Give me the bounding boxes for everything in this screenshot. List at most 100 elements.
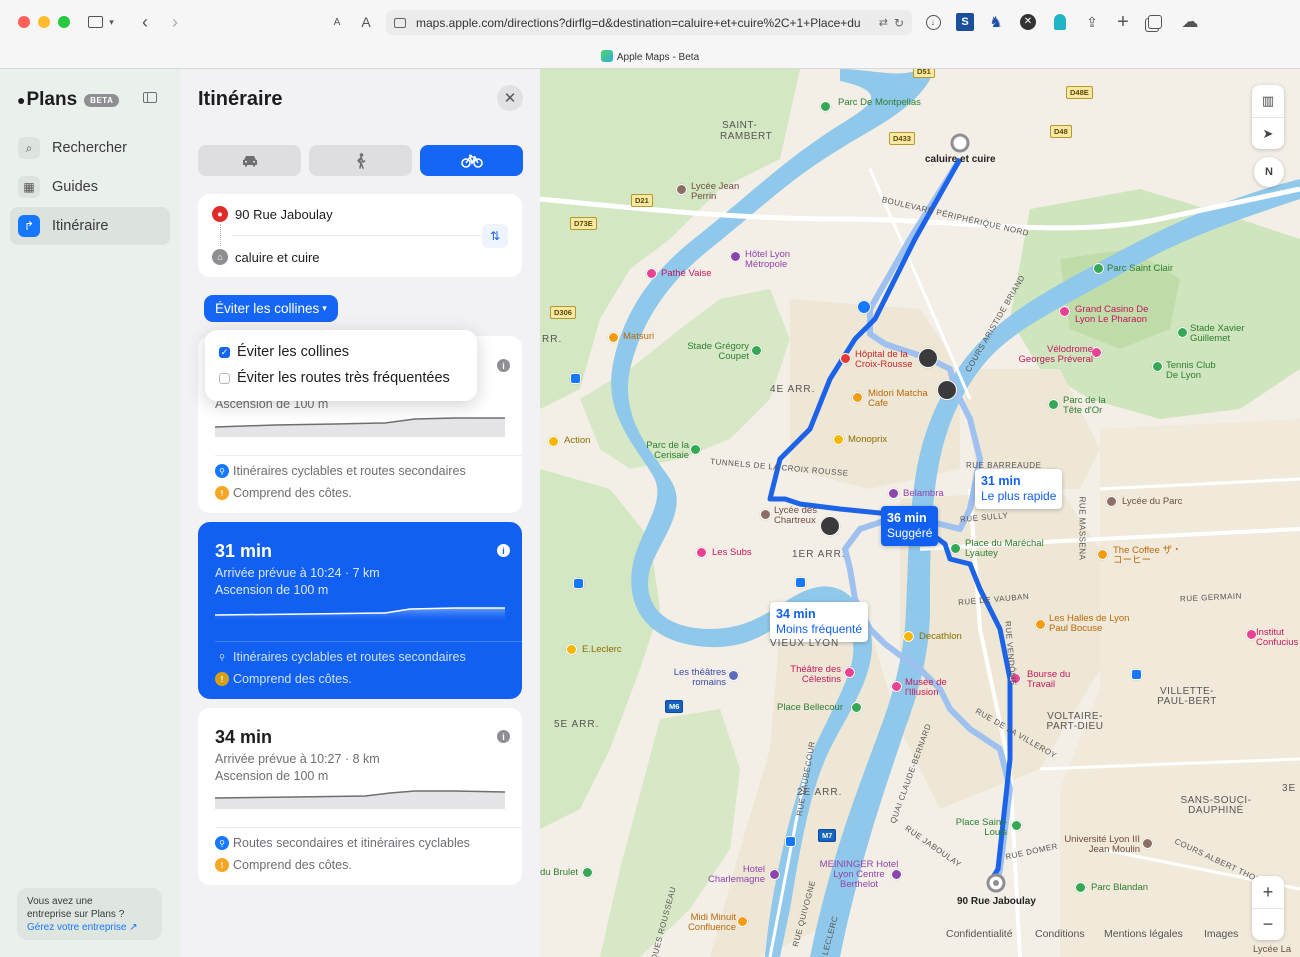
extension-button-2[interactable]: ♞ (986, 12, 1006, 32)
hotel-icon[interactable] (888, 488, 899, 499)
shop-icon[interactable] (566, 644, 577, 655)
transit-icon[interactable] (573, 578, 584, 589)
translate-icon[interactable]: ⇄ (879, 16, 888, 29)
route-callout-suggested[interactable]: 36 min Suggéré (881, 506, 939, 546)
manage-business-link[interactable]: Gérez votre entreprise ↗ (27, 921, 152, 934)
option-avoid-busy-roads[interactable]: Éviter les routes très fréquentées (219, 370, 450, 386)
park-icon[interactable] (1093, 263, 1104, 274)
new-tab-button[interactable]: + (1113, 11, 1133, 33)
theater-icon[interactable] (844, 667, 855, 678)
transit-icon[interactable] (1131, 669, 1142, 680)
hill-marker-icon[interactable] (937, 380, 957, 400)
avoid-options-button[interactable]: Éviter les collines ▾ (204, 295, 338, 322)
zoom-out-button[interactable]: − (1252, 908, 1284, 940)
park-icon[interactable] (1075, 882, 1086, 893)
park-icon[interactable] (1011, 820, 1022, 831)
route-card-2[interactable]: 31 min i Arrivée prévue à 10:24 · 7 km A… (198, 522, 522, 699)
close-window-button[interactable] (18, 16, 30, 28)
park-icon[interactable] (690, 444, 701, 455)
option-avoid-hills[interactable]: ✓ Éviter les collines (219, 344, 349, 360)
address-bar[interactable]: maps.apple.com/directions?dirflg=d&desti… (386, 10, 912, 35)
tab-title[interactable]: Apple Maps - Beta (0, 50, 1300, 63)
text-smaller-button[interactable]: A (332, 11, 342, 33)
route-info-icon[interactable]: i (497, 544, 510, 557)
sidebar-item-search[interactable]: ⌕ Rechercher (10, 129, 170, 167)
destination-field[interactable]: ⌂ caluire et cuire (212, 249, 320, 265)
route-callout-fastest[interactable]: 31 min Le plus rapide (975, 469, 1063, 509)
minimize-window-button[interactable] (38, 16, 50, 28)
transit-icon[interactable] (857, 300, 871, 314)
privacy-link[interactable]: Confidentialité (946, 928, 1013, 940)
map-canvas[interactable]: 36 min Suggéré 31 min Le plus rapide 34 … (540, 69, 1300, 957)
imagery-link[interactable]: Images (1204, 928, 1238, 940)
school-icon[interactable] (676, 184, 687, 195)
restaurant-icon[interactable] (696, 547, 707, 558)
hotel-icon[interactable] (730, 251, 741, 262)
hotel-icon[interactable] (769, 869, 780, 880)
extension-button-3[interactable]: ✕ (1018, 12, 1038, 32)
shop-icon[interactable] (903, 631, 914, 642)
sidebar-item-guides[interactable]: ▦ Guides (10, 168, 170, 206)
reload-icon[interactable]: ↻ (894, 16, 904, 30)
collapse-sidebar-icon[interactable] (143, 92, 157, 103)
hill-marker-icon[interactable] (918, 348, 938, 368)
mode-driving-button[interactable] (198, 145, 301, 176)
cafe-icon[interactable] (1097, 549, 1108, 560)
sidebar-item-directions[interactable]: ↱ Itinéraire (10, 207, 170, 245)
text-larger-button[interactable]: A (360, 11, 372, 33)
checkbox-checked-icon[interactable]: ✓ (219, 346, 230, 358)
casino-icon[interactable] (1059, 306, 1070, 317)
shop-icon[interactable] (548, 436, 559, 447)
zoom-in-button[interactable]: + (1252, 876, 1284, 908)
park-icon[interactable] (851, 702, 862, 713)
mode-cycling-button[interactable] (420, 145, 523, 176)
transit-icon[interactable] (785, 836, 796, 847)
park-icon[interactable] (582, 867, 593, 878)
swap-endpoints-button[interactable]: ⇅ (482, 224, 508, 248)
mode-walking-button[interactable] (309, 145, 412, 176)
cinema-icon[interactable] (646, 268, 657, 279)
transit-icon[interactable] (570, 373, 581, 384)
landmark-icon[interactable] (728, 670, 739, 681)
school-icon[interactable] (1142, 838, 1153, 849)
cafe-icon[interactable] (852, 392, 863, 403)
shop-icon[interactable] (833, 434, 844, 445)
restaurant-icon[interactable] (608, 332, 619, 343)
route-info-icon[interactable]: i (497, 359, 510, 372)
tab-overview-button[interactable] (1145, 12, 1165, 32)
map-style-button[interactable]: ▥ (1252, 85, 1284, 117)
market-icon[interactable] (1035, 619, 1046, 630)
school-icon[interactable] (760, 509, 771, 520)
locate-me-button[interactable]: ➤ (1252, 117, 1284, 149)
back-button[interactable]: ‹ (138, 11, 152, 33)
park-icon[interactable] (820, 101, 831, 112)
shop-icon[interactable] (737, 916, 748, 927)
hospital-icon[interactable] (840, 353, 851, 364)
downloads-button[interactable]: ↓ (923, 12, 943, 32)
origin-field[interactable]: ● 90 Rue Jaboulay (212, 206, 333, 222)
terms-link[interactable]: Conditions (1035, 928, 1085, 940)
extension-button-1[interactable]: S (955, 12, 975, 32)
museum-icon[interactable] (891, 681, 902, 692)
share-button[interactable]: ⇪ (1082, 12, 1102, 32)
legal-notices-link[interactable]: Mentions légales (1104, 928, 1183, 940)
page-menu-icon[interactable] (394, 17, 406, 28)
route-callout-quieter[interactable]: 34 min Moins fréquenté (770, 602, 869, 642)
school-icon[interactable] (1106, 496, 1117, 507)
park-icon[interactable] (950, 543, 961, 554)
checkbox-unchecked-icon[interactable] (219, 372, 230, 384)
stadium-icon[interactable] (751, 345, 762, 356)
icloud-button[interactable]: ☁ (1180, 12, 1200, 32)
sidebar-toggle-button[interactable]: ▾ (84, 11, 118, 33)
close-directions-button[interactable]: ✕ (497, 85, 523, 111)
compass-button[interactable]: N (1254, 157, 1284, 187)
stadium-icon[interactable] (1177, 327, 1188, 338)
transit-icon[interactable] (795, 577, 806, 588)
route-card-3[interactable]: 34 min i Arrivée prévue à 10:27 · 8 km A… (198, 708, 522, 885)
route-info-icon[interactable]: i (497, 730, 510, 743)
park-icon[interactable] (1048, 399, 1059, 410)
zoom-window-button[interactable] (58, 16, 70, 28)
forward-button[interactable]: › (168, 11, 182, 33)
tennis-icon[interactable] (1152, 361, 1163, 372)
extension-button-4[interactable] (1050, 12, 1070, 32)
